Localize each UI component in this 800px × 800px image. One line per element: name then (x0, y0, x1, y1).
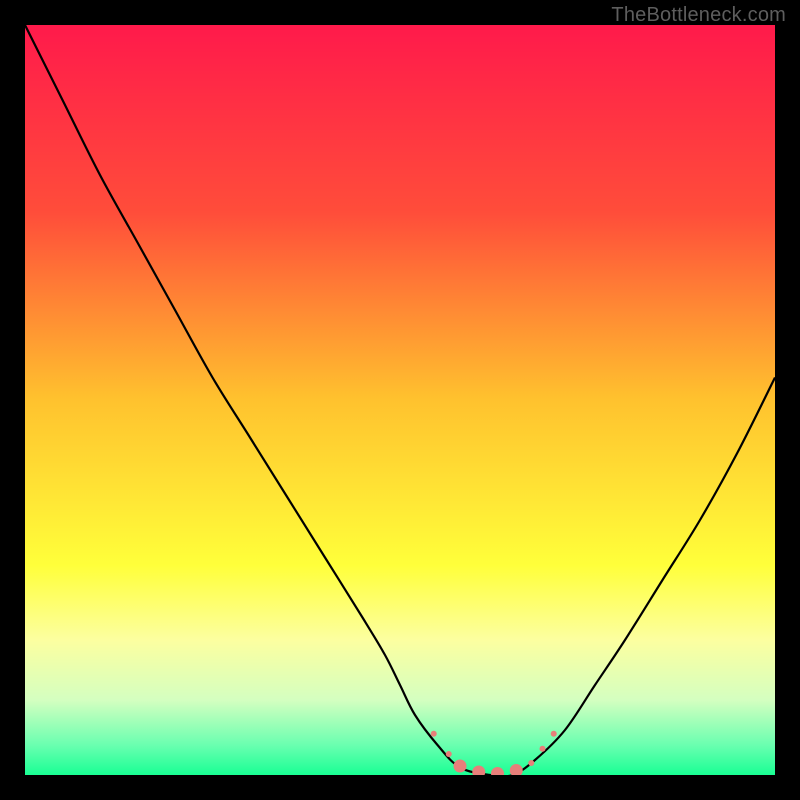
plot-area (25, 25, 775, 775)
chart-container: TheBottleneck.com (0, 0, 800, 800)
chart-svg (25, 25, 775, 775)
highlight-dot (454, 760, 467, 773)
highlight-dot (528, 760, 534, 766)
highlight-dot (551, 731, 557, 737)
highlight-dot (540, 746, 546, 752)
highlight-dot (446, 751, 452, 757)
watermark-text: TheBottleneck.com (611, 4, 786, 27)
gradient-background (25, 25, 775, 775)
highlight-dot (431, 731, 437, 737)
